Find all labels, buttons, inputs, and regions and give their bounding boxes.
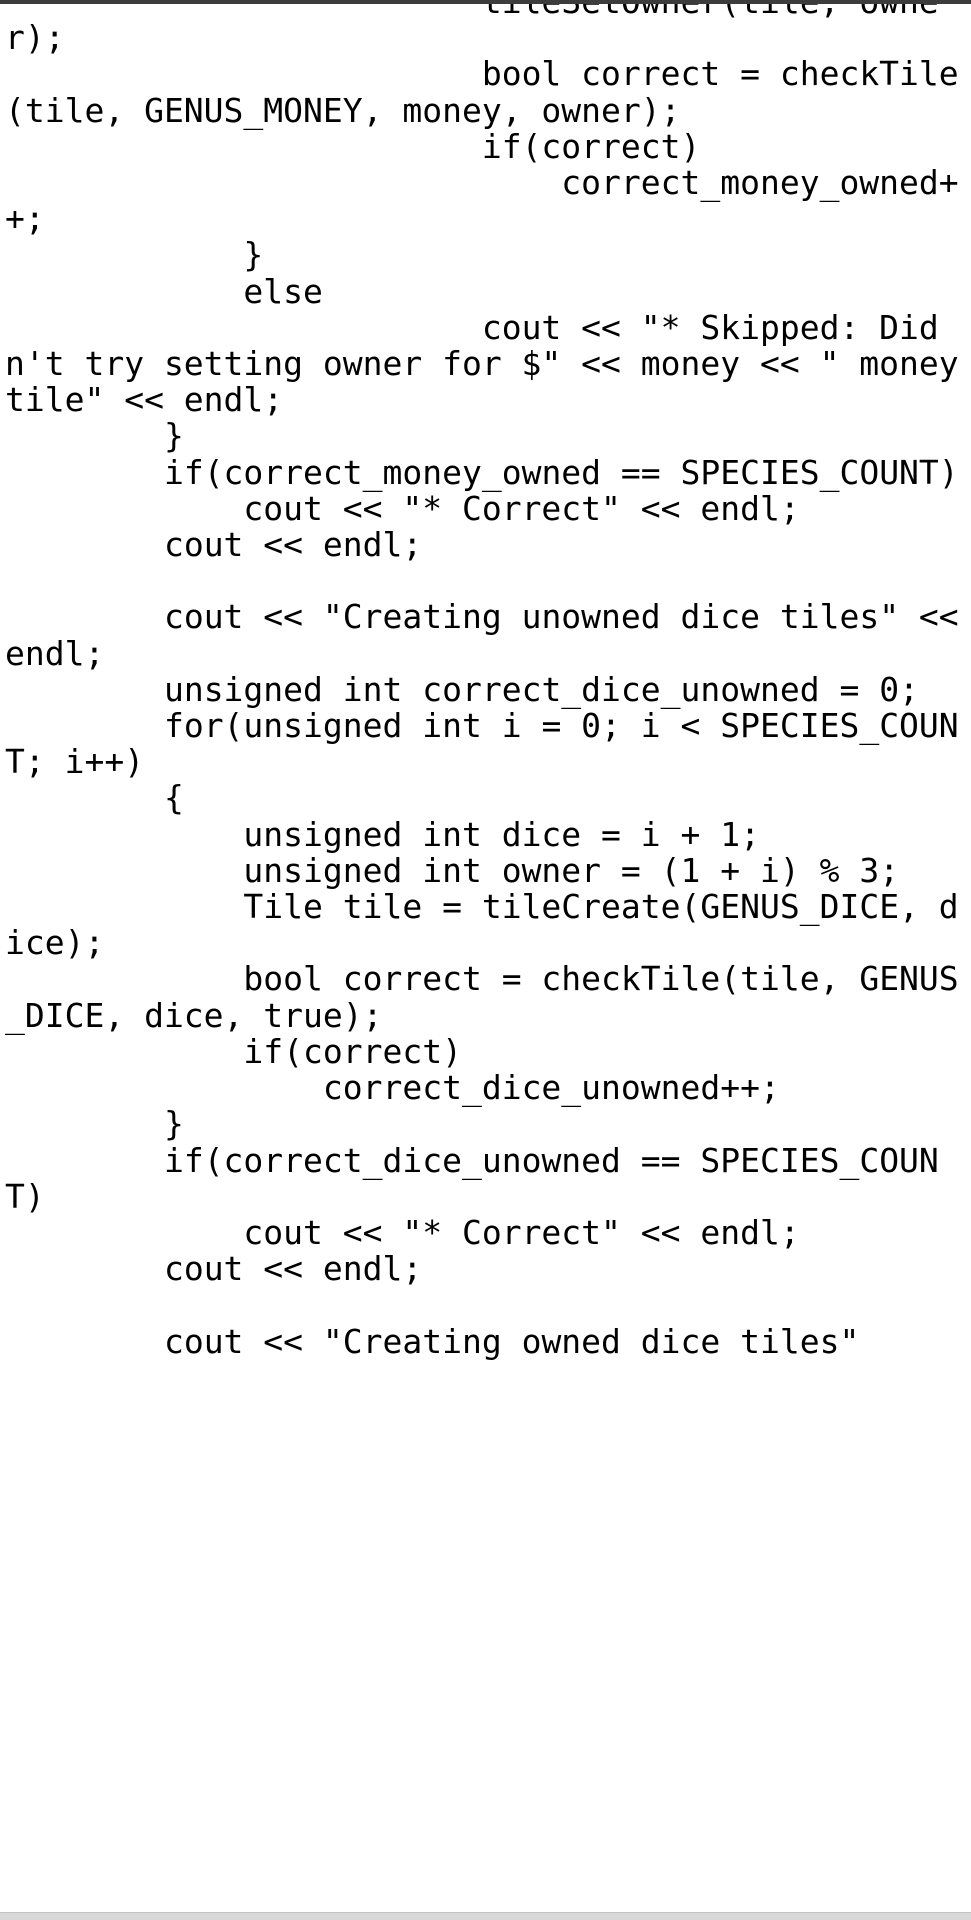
code-text-block[interactable]: tileSetOwner(tile, owner); bool correct … [5,4,971,1360]
code-scroll-viewport[interactable]: tileSetOwner(tile, owner); bool correct … [0,4,971,1912]
bottom-status-bar [0,1912,971,1920]
screen-root: tileSetOwner(tile, owner); bool correct … [0,0,971,1920]
